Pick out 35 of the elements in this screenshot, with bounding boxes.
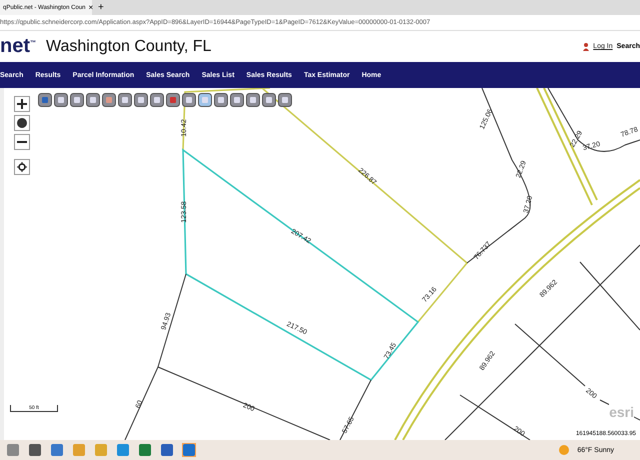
taskbar-app-icon[interactable] [50, 443, 64, 457]
map-tool-icon[interactable] [214, 93, 228, 107]
new-tab-button[interactable]: + [98, 2, 104, 13]
map-tool-icon[interactable] [230, 93, 244, 107]
map-tool-icon[interactable] [198, 93, 212, 107]
map-tool-icon[interactable] [102, 93, 116, 107]
esri-attribution: esri [609, 404, 634, 420]
taskbar-app-icon[interactable] [138, 443, 152, 457]
map-tool-icon[interactable] [166, 93, 180, 107]
site-logo[interactable]: net$^{™}$ [0, 35, 36, 58]
plus-icon [17, 99, 27, 109]
map-tool-icon[interactable] [118, 93, 132, 107]
map-tool-icon[interactable] [150, 93, 164, 107]
map-tool-icon[interactable] [86, 93, 100, 107]
taskbar-app-icon[interactable] [116, 443, 130, 457]
taskbar-app-icon[interactable] [6, 443, 20, 457]
user-icon [583, 42, 590, 50]
map-tool-icon[interactable] [70, 93, 84, 107]
map-tool-icon[interactable] [246, 93, 260, 107]
globe-button[interactable] [14, 115, 30, 131]
close-tab-button[interactable]: × [88, 3, 94, 12]
zoom-in-button[interactable] [14, 96, 30, 112]
locate-button[interactable] [14, 159, 30, 175]
map-tool-icon[interactable] [54, 93, 68, 107]
taskbar-app-icon[interactable] [160, 443, 174, 457]
map-tool-icon[interactable] [134, 93, 148, 107]
map-tool-icon[interactable] [262, 93, 276, 107]
sun-icon [559, 445, 570, 455]
map-tool-icon[interactable] [182, 93, 196, 107]
map-tool-icon[interactable] [38, 93, 52, 107]
map-tool-icon[interactable] [278, 93, 292, 107]
county-title: Washington County, FL [46, 38, 212, 56]
crosshair-icon [17, 162, 27, 172]
zoom-out-button[interactable] [14, 134, 30, 150]
taskbar-app-icon[interactable] [28, 443, 42, 457]
